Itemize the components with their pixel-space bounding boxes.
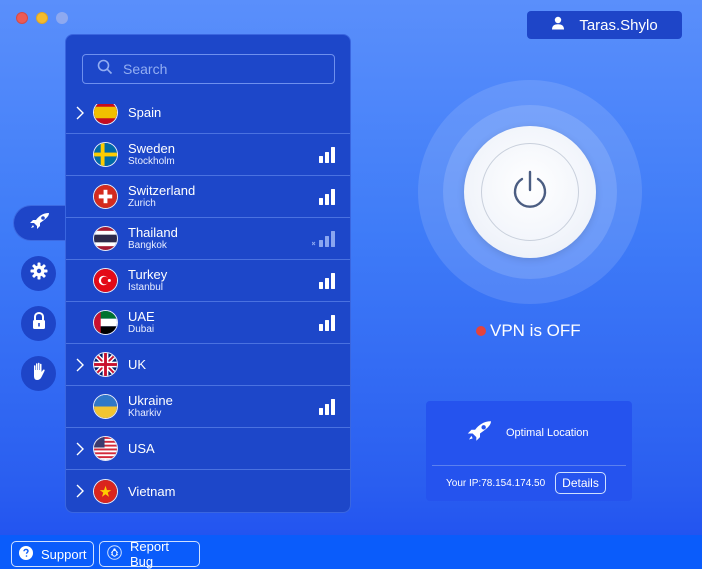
support-button[interactable]: Support [11, 541, 94, 567]
user-account-button[interactable]: Taras.Shylo [527, 11, 682, 39]
country-name: Ukraine [128, 393, 173, 408]
window-close-button[interactable] [16, 12, 28, 24]
city-name: Zurich [128, 198, 156, 209]
flag-usa-icon [93, 436, 118, 461]
country-row-vietnam[interactable]: Vietnam [66, 470, 350, 512]
user-icon [551, 16, 565, 34]
country-row-switzerland[interactable]: Switzerland Zurich [66, 176, 350, 218]
sidebar-item-privacy[interactable] [21, 356, 56, 391]
divider [432, 465, 626, 466]
country-row-uae[interactable]: UAE Dubai [66, 302, 350, 344]
country-list[interactable]: Spain Sweden Stockholm Switzerland Zurich … [66, 104, 350, 512]
sidebar-item-quick-connect[interactable] [13, 205, 65, 241]
signal-strength-icon [319, 272, 336, 289]
country-name: Sweden [128, 141, 175, 156]
signal-strength-icon [319, 314, 336, 331]
city-name: Stockholm [128, 156, 175, 167]
vpn-power-button[interactable] [464, 126, 596, 258]
country-row-thailand[interactable]: Thailand Bangkok [66, 218, 350, 260]
country-list-panel: Spain SwedenStockholm SwitzerlandZurich … [65, 34, 351, 513]
lock-icon [31, 311, 47, 335]
chevron-right-icon[interactable] [74, 106, 86, 120]
signal-unavailable-icon [311, 230, 336, 247]
window-minimize-button[interactable] [36, 12, 48, 24]
optimal-location-label: Optimal Location [506, 427, 589, 439]
search-field[interactable] [82, 54, 335, 84]
optimal-location-button[interactable]: Optimal Location [426, 401, 632, 465]
flag-uk-icon [93, 352, 118, 377]
rocket-icon [466, 420, 494, 447]
sidebar-item-settings[interactable] [21, 256, 56, 291]
rocket-icon [29, 212, 51, 235]
report-bug-label: Report Bug [130, 539, 170, 569]
signal-strength-icon [319, 146, 336, 163]
country-name: Switzerland [128, 183, 196, 198]
country-name: Thailand [128, 225, 178, 240]
power-button-area [418, 80, 642, 304]
power-icon [508, 168, 552, 217]
city-name: Kharkiv [128, 408, 162, 419]
signal-strength-icon [319, 188, 336, 205]
country-row-spain[interactable]: Spain [66, 104, 350, 134]
country-name: Spain [128, 105, 162, 120]
country-row-sweden[interactable]: Sweden Stockholm [66, 134, 350, 176]
flag-ukraine-icon [93, 394, 118, 419]
country-row-turkey[interactable]: Turkey Istanbul [66, 260, 350, 302]
sidebar-item-security[interactable] [21, 306, 56, 341]
flag-thailand-icon [93, 226, 118, 251]
vpn-status-text: VPN is OFF [490, 321, 581, 340]
flag-turkey-icon [93, 268, 118, 293]
city-name: Istanbul [128, 282, 164, 293]
vpn-status: VPN is OFF [476, 321, 581, 341]
window-maximize-button[interactable] [56, 12, 68, 24]
country-row-ukraine[interactable]: Ukraine Kharkiv [66, 386, 350, 428]
search-icon [97, 59, 113, 80]
country-row-usa[interactable]: USA [66, 428, 350, 470]
flag-vietnam-icon [93, 478, 118, 504]
user-name: Taras.Shylo [579, 16, 658, 34]
chevron-right-icon[interactable] [74, 442, 86, 456]
support-label: Support [41, 546, 87, 562]
country-name: UAE [128, 309, 155, 324]
country-name: Vietnam [128, 483, 176, 499]
city-name: Bangkok [128, 240, 167, 251]
gear-icon [30, 262, 48, 285]
window-controls [16, 12, 68, 24]
search-input[interactable] [123, 61, 323, 77]
country-name: Turkey [128, 267, 168, 282]
chevron-right-icon[interactable] [74, 358, 86, 372]
flag-uae-icon [93, 310, 118, 335]
country-row-uk[interactable]: UK [66, 344, 350, 386]
report-bug-button[interactable]: Report Bug [99, 539, 200, 569]
signal-strength-icon [319, 398, 336, 415]
location-card: Optimal Location Your IP:78.154.174.50 D… [426, 401, 632, 501]
chevron-right-icon[interactable] [74, 484, 86, 498]
details-button[interactable]: Details [555, 472, 606, 494]
ip-label: Your IP: [446, 477, 482, 489]
flag-sweden-icon [93, 142, 118, 167]
city-name: Dubai [128, 324, 155, 335]
bug-icon [107, 545, 122, 563]
ip-value: 78.154.174.50 [481, 477, 546, 489]
hand-icon [31, 362, 47, 386]
flag-spain-icon [93, 104, 118, 125]
country-name: USA [128, 441, 155, 456]
question-circle-icon [19, 545, 33, 563]
flag-switzerland-icon [93, 184, 118, 209]
country-name: UK [128, 357, 147, 372]
status-dot-icon [476, 326, 486, 336]
